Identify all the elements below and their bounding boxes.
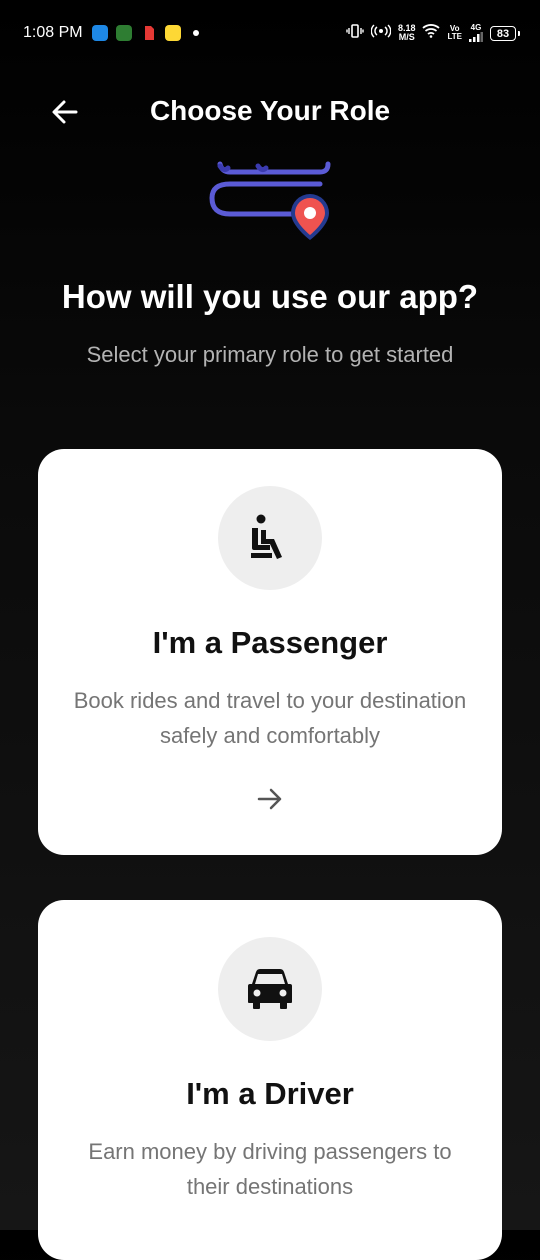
page-title: Choose Your Role <box>149 95 391 126</box>
seated-passenger-icon <box>251 514 282 559</box>
passenger-card-title: I'm a Passenger <box>152 625 388 660</box>
more-notifications-dot <box>193 30 199 36</box>
passenger-card-description: Book rides and travel to your destinatio… <box>73 688 467 748</box>
vibrate-icon <box>346 23 364 44</box>
messages-notification-icon <box>92 25 108 41</box>
passenger-icon-circle <box>218 486 322 590</box>
driver-card-title: I'm a Driver <box>186 1076 354 1111</box>
status-icons: 8.18 M/S Vo LTE 4G 83 <box>346 22 520 44</box>
app-notification-icon <box>116 25 132 41</box>
route-illustration <box>200 160 340 255</box>
wifi-icon <box>422 23 441 43</box>
subtitle: Select your primary role to get started <box>86 342 454 367</box>
passenger-role-card[interactable]: I'm a Passenger Book rides and travel to… <box>38 449 502 855</box>
driver-icon-circle <box>218 937 322 1041</box>
headline: How will you use our app? <box>61 278 479 315</box>
signal-icon: 4G <box>469 24 483 42</box>
network-speed: 8.18 M/S <box>397 23 416 42</box>
app-notification-icon-2 <box>165 25 181 41</box>
driver-card-description: Earn money by driving passengers to thei… <box>88 1139 452 1199</box>
status-bar: 1:08 PM 8.18 M/S Vo LTE 4G 83 <box>0 0 540 66</box>
location-pin-icon <box>291 194 329 240</box>
battery-icon: 83 <box>490 25 520 41</box>
driver-role-card[interactable]: I'm a Driver Earn money by driving passe… <box>38 900 502 1260</box>
hotspot-icon <box>370 23 392 44</box>
arrow-right-icon <box>255 784 285 814</box>
volte-indicator: Vo LTE <box>447 24 462 41</box>
sim-notification-icon <box>141 25 157 41</box>
status-time: 1:08 PM <box>23 24 83 41</box>
car-icon <box>248 969 292 1009</box>
